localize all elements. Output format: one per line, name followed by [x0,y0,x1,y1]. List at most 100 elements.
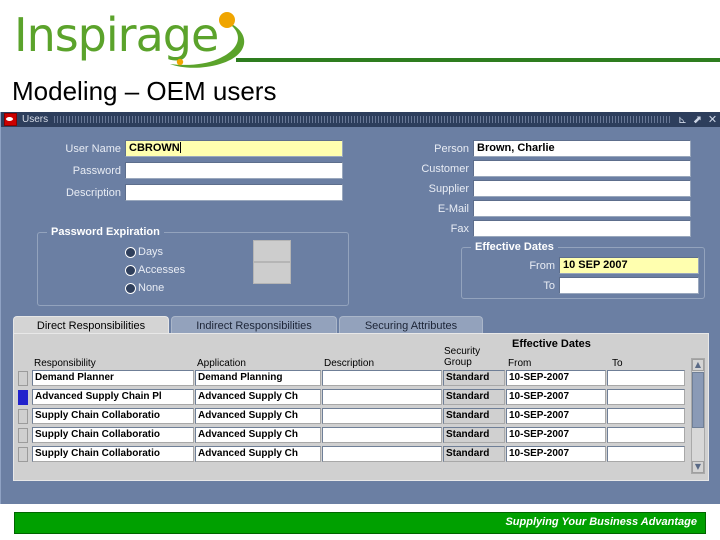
person-input[interactable]: Brown, Charlie [473,140,691,157]
cell-to[interactable] [607,389,685,405]
direct-responsibilities-panel: Effective Dates Responsibility Applicati… [13,333,709,481]
radio-none-label: None [138,282,165,294]
label-customer: Customer [421,163,469,175]
cell-to[interactable] [607,446,685,462]
radio-dot-icon [125,246,136,258]
cell-application[interactable]: Advanced Supply Ch [195,427,321,443]
password-input[interactable] [125,162,343,179]
logo-swoosh-icon [170,20,245,68]
cell-security-group[interactable]: Standard [443,427,505,443]
radio-dot-icon [125,282,136,294]
password-expiration-days-input[interactable] [253,240,291,262]
col-header-to: To [612,358,623,369]
radio-days-label: Days [138,246,164,258]
cell-application[interactable]: Advanced Supply Ch [195,446,321,462]
effective-dates-title: Effective Dates [471,241,558,253]
radio-days[interactable]: Days [125,246,163,258]
footer-tagline: Supplying Your Business Advantage [505,516,697,528]
cell-from[interactable]: 10-SEP-2007 [506,389,606,405]
cell-description[interactable] [322,389,442,405]
label-password: Password [72,165,121,177]
cell-responsibility[interactable]: Advanced Supply Chain Pl [32,389,194,405]
cell-application[interactable]: Advanced Supply Ch [195,408,321,424]
slide-header: Inspirage Modeling – OEM users [0,0,720,112]
row-selector-current[interactable] [18,390,28,405]
supplier-input[interactable] [473,180,691,197]
titlebar-texture [54,116,670,123]
radio-accesses-label: Accesses [138,264,186,276]
scroll-up-icon[interactable]: ▲ [692,359,704,371]
scrollbar-thumb[interactable] [692,372,704,428]
grid-vertical-scrollbar[interactable]: ▲ ▼ [691,358,705,474]
col-header-application: Application [197,358,246,369]
window-title: Users [22,114,49,125]
cell-from[interactable]: 10-SEP-2007 [506,408,606,424]
customer-input[interactable] [473,160,691,177]
password-expiration-accesses-input[interactable] [253,262,291,284]
row-selector[interactable] [18,409,28,424]
header-rule [236,58,720,62]
cell-description[interactable] [322,427,442,443]
cell-from[interactable]: 10-SEP-2007 [506,446,606,462]
label-person: Person [434,143,469,155]
col-header-from: From [508,358,532,369]
description-input[interactable] [125,184,343,201]
email-input[interactable] [473,200,691,217]
label-user-name: User Name [65,143,121,155]
col-header-description: Description [324,358,375,369]
cell-to[interactable] [607,370,685,386]
cell-responsibility[interactable]: Supply Chain Collaboratio [32,446,194,462]
tab-direct-responsibilities[interactable]: Direct Responsibilities [13,316,169,334]
label-effective-to: To [543,280,555,292]
label-effective-from: From [529,260,555,272]
user-name-input[interactable]: CBROWN [125,140,343,157]
label-email: E-Mail [437,203,469,215]
cell-to[interactable] [607,408,685,424]
radio-dot-icon [125,264,136,276]
cell-description[interactable] [322,446,442,462]
cell-security-group[interactable]: Standard [443,370,505,386]
text-caret [179,142,181,153]
cell-to[interactable] [607,427,685,443]
cell-application[interactable]: Demand Planning [195,370,321,386]
cell-security-group[interactable]: Standard [443,389,505,405]
cell-security-group[interactable]: Standard [443,446,505,462]
tabstrip: Direct Responsibilities Indirect Respons… [13,316,709,334]
cell-from[interactable]: 10-SEP-2007 [506,370,606,386]
cell-security-group[interactable]: Standard [443,408,505,424]
cell-description[interactable] [322,408,442,424]
minimize-icon[interactable]: ⊾ [676,113,689,126]
footer-bar: Supplying Your Business Advantage [14,512,706,534]
cell-responsibility[interactable]: Supply Chain Collaboratio [32,408,194,424]
scroll-down-icon[interactable]: ▼ [692,461,704,473]
cell-application[interactable]: Advanced Supply Ch [195,389,321,405]
effective-to-input[interactable] [559,277,699,294]
col-header-responsibility: Responsibility [34,358,96,369]
oracle-app-icon [4,113,17,126]
label-fax: Fax [450,223,469,235]
oracle-forms-window: Users ⊾ ⬈ ✕ User Name CBROWN Password De… [0,112,720,504]
cell-from[interactable]: 10-SEP-2007 [506,427,606,443]
maximize-icon[interactable]: ⬈ [691,113,704,126]
logo-dot-icon [219,12,235,28]
tab-indirect-responsibilities[interactable]: Indirect Responsibilities [171,316,337,334]
fax-input[interactable] [473,220,691,237]
cell-responsibility[interactable]: Demand Planner [32,370,194,386]
label-supplier: Supplier [428,183,469,195]
close-icon[interactable]: ✕ [706,113,719,126]
page-title: Modeling – OEM users [12,76,277,106]
password-expiration-group [37,232,349,306]
radio-none[interactable]: None [125,282,164,294]
row-selector[interactable] [18,447,28,462]
col-header-security-group: Security Group [444,346,481,368]
cell-responsibility[interactable]: Supply Chain Collaboratio [32,427,194,443]
radio-accesses[interactable]: Accesses [125,264,185,276]
cell-description[interactable] [322,370,442,386]
row-selector[interactable] [18,371,28,386]
effective-from-input[interactable]: 10 SEP 2007 [559,257,699,274]
grid-group-header-effective-dates: Effective Dates [512,338,591,350]
window-titlebar[interactable]: Users ⊾ ⬈ ✕ [1,112,720,127]
tab-securing-attributes[interactable]: Securing Attributes [339,316,483,334]
row-selector[interactable] [18,428,28,443]
inspirage-logo: Inspirage [14,6,254,68]
